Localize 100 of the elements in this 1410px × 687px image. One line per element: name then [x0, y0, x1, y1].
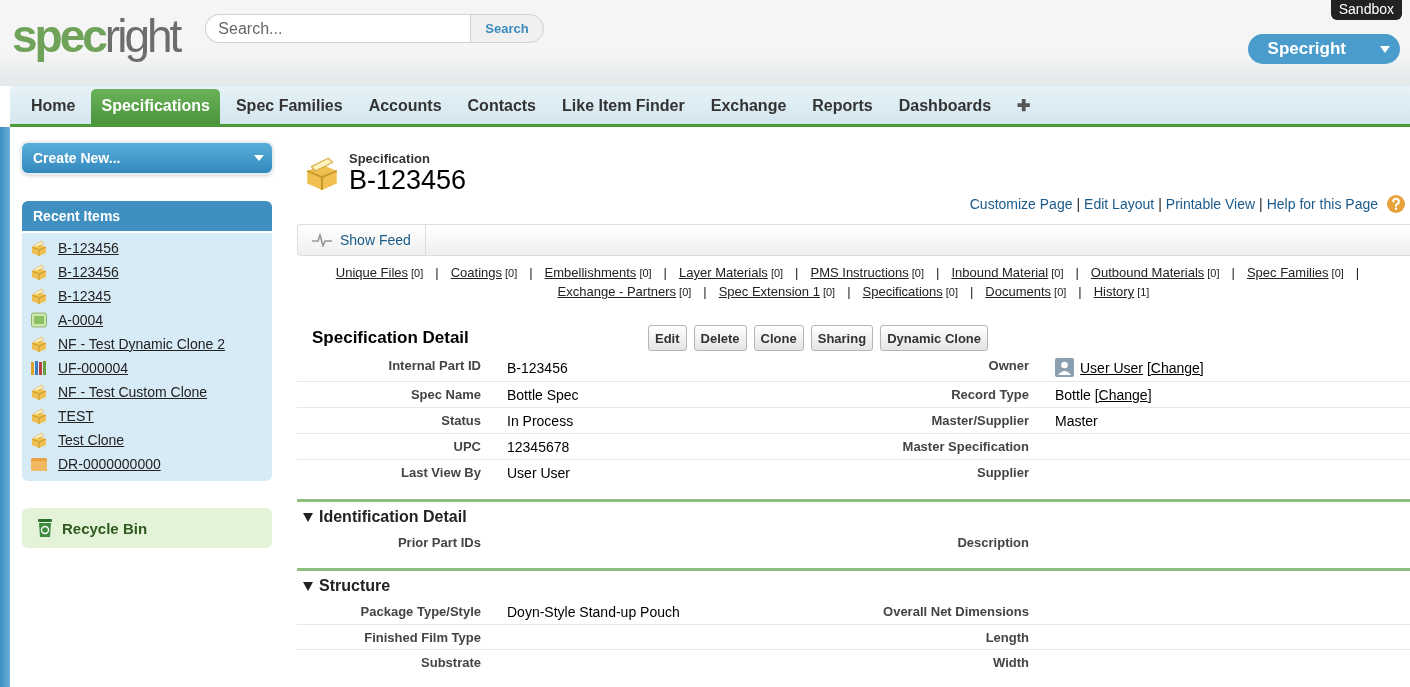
field-value: User User [Change]: [1080, 359, 1204, 376]
action-button[interactable]: Sharing: [810, 325, 874, 351]
box-icon: [30, 287, 48, 305]
pulse-icon: [312, 233, 332, 247]
related-list-link[interactable]: Embellishments: [544, 265, 637, 280]
recent-item-link[interactable]: Test Clone: [58, 432, 125, 448]
record-title: B-123456: [349, 166, 467, 194]
related-list-count: [0]: [1051, 267, 1064, 279]
related-list-link[interactable]: Coatings: [450, 265, 502, 280]
field-label: Length: [875, 625, 1043, 650]
nav-tab[interactable]: Exchange: [700, 89, 797, 124]
related-list-link[interactable]: PMS Instructions: [810, 265, 909, 280]
recent-item-link[interactable]: A-0004: [58, 312, 104, 328]
field-label: Finished Film Type: [297, 625, 495, 650]
field-value: Bottle [Change]: [1055, 387, 1152, 403]
recent-item-link[interactable]: DR-0000000000: [58, 456, 161, 472]
related-list-link[interactable]: Spec Extension 1: [718, 284, 820, 299]
triangle-icon[interactable]: [303, 512, 313, 522]
field-label: Internal Part ID: [297, 353, 495, 382]
recent-item-link[interactable]: TEST: [58, 408, 94, 424]
field-label: Prior Part IDs: [396, 534, 482, 552]
recent-item-link[interactable]: B-123456: [58, 240, 119, 256]
nav-tab[interactable]: Dashboards: [888, 89, 1002, 124]
link-separator: |: [703, 284, 707, 299]
show-feed-button[interactable]: Show Feed: [298, 225, 426, 255]
related-list-count: [0]: [1054, 286, 1067, 298]
value-link[interactable]: User User: [1080, 359, 1143, 376]
related-list-link[interactable]: Documents: [985, 284, 1052, 299]
related-list-link[interactable]: Exchange - Partners: [557, 284, 677, 299]
related-list-count: [0]: [505, 267, 518, 279]
related-list-link[interactable]: Outbound Materials: [1090, 265, 1205, 280]
nav-tab[interactable]: Home: [21, 89, 86, 124]
related-list-link[interactable]: Specifications: [862, 284, 943, 299]
value-link[interactable]: Change: [1098, 387, 1148, 403]
related-list-count: [0]: [411, 267, 424, 279]
action-button[interactable]: Edit: [648, 325, 687, 351]
books-icon: [30, 359, 48, 377]
page-link[interactable]: Printable View: [1165, 196, 1256, 212]
action-button[interactable]: Delete: [693, 325, 747, 351]
link-separator: |: [1075, 265, 1079, 280]
related-list-link[interactable]: Inbound Material: [951, 265, 1049, 280]
field-label: Owner: [875, 353, 1043, 382]
related-list-count: [1]: [1137, 286, 1150, 298]
recent-item-link[interactable]: UF-000004: [58, 360, 129, 376]
field-label: Master/Supplier: [875, 408, 1043, 434]
nav-tab[interactable]: Reports: [802, 89, 883, 124]
related-list-count: [0]: [822, 286, 836, 298]
related-list-count: [0]: [770, 267, 784, 279]
triangle-icon[interactable]: [303, 581, 313, 591]
nav-tab[interactable]: Spec Families: [225, 89, 353, 124]
nav-tab[interactable]: Like Item Finder: [552, 89, 695, 124]
box-icon: [30, 263, 48, 281]
link-separator: |: [1078, 284, 1082, 299]
related-list-count: [0]: [911, 267, 924, 279]
record-type: Specification: [349, 151, 431, 166]
recycle-bin-link[interactable]: Recycle Bin: [22, 508, 272, 548]
recent-item-link[interactable]: B-123456: [58, 264, 119, 280]
page-link[interactable]: Help for this Page: [1266, 196, 1378, 212]
related-list-link[interactable]: Spec Families: [1246, 265, 1329, 280]
field-label: Last View By: [400, 464, 482, 482]
nav-tab[interactable]: Contacts: [457, 89, 546, 124]
field-label: Master Specification: [875, 434, 1043, 460]
avatar-icon: [1055, 358, 1074, 377]
link-separator: |: [936, 265, 940, 280]
action-button[interactable]: Dynamic Clone: [880, 325, 989, 351]
field-label: Spec Name: [297, 382, 495, 408]
recent-item-link[interactable]: B-12345: [58, 288, 111, 304]
field-label: Width: [992, 654, 1030, 672]
box-icon: [30, 407, 48, 425]
folder-icon: [30, 455, 48, 473]
link-separator: |: [1076, 196, 1081, 212]
caret-icon: [1380, 45, 1390, 53]
page-link[interactable]: Customize Page: [969, 196, 1073, 212]
link-separator: |: [1158, 196, 1162, 212]
search-field[interactable]: Search...: [205, 14, 471, 43]
section-title: Structure: [319, 577, 391, 595]
recent-item-link[interactable]: NF - Test Custom Clone: [58, 384, 208, 400]
field-label: Package Type/Style: [297, 599, 495, 625]
link-separator: |: [1259, 196, 1263, 212]
recent-item-link[interactable]: NF - Test Dynamic Clone 2: [58, 336, 225, 352]
page-link[interactable]: Edit Layout: [1084, 196, 1155, 212]
related-list-link[interactable]: Unique Files: [335, 265, 409, 280]
link-separator: |: [1231, 265, 1235, 280]
link-separator: |: [663, 265, 667, 280]
box-icon: [30, 383, 48, 401]
related-list-count: [0]: [639, 267, 652, 279]
link-separator: |: [1355, 265, 1360, 280]
action-button[interactable]: Clone: [753, 325, 804, 351]
section-title: Identification Detail: [319, 508, 467, 526]
field-label: Status: [297, 408, 495, 434]
sandbox-badge: Sandbox: [1330, 0, 1402, 20]
nav-tab[interactable]: ✚: [1007, 89, 1041, 124]
field-label: UPC: [297, 434, 495, 460]
related-list-link[interactable]: Layer Materials: [679, 265, 768, 280]
recent-items-header: Recent Items: [22, 201, 272, 231]
nav-tab[interactable]: Accounts: [358, 89, 452, 124]
link-separator: |: [969, 284, 974, 299]
related-list-link[interactable]: History: [1093, 284, 1135, 299]
link-separator: |: [529, 265, 533, 280]
section-title: Specification Detail: [312, 328, 470, 348]
